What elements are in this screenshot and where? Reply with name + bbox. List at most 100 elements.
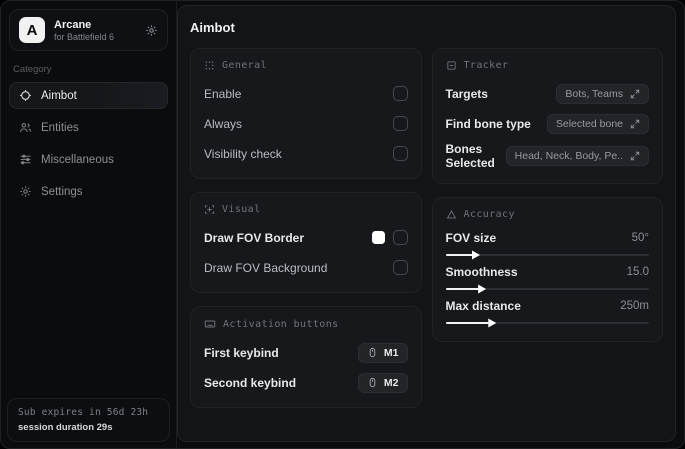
mouse-icon [367,377,378,388]
gear-icon[interactable] [145,24,158,37]
setting-label: Visibility check [204,146,282,161]
subscription-info: Sub expires in 56d 23h session duration … [7,398,170,442]
main-wrap: Aimbot General Enable Always Visibility … [177,1,684,448]
setting-controls [371,230,408,245]
setting-row: Draw FOV Border [204,226,408,249]
sidebar-item-settings[interactable]: Settings [9,178,168,205]
find-bone-type-dropdown[interactable]: Selected bone [546,113,649,134]
page-title: Aimbot [190,20,235,35]
slider-thumb[interactable] [471,250,480,260]
first-keybind-button[interactable]: M1 [357,342,408,363]
keyboard-icon [204,318,216,330]
second-keybind-button[interactable]: M2 [357,372,408,393]
dropdown-label: Targets [445,86,488,101]
accuracy-card-header: Accuracy [446,209,650,220]
sidebar: A Arcane for Battlefield 6 Category Aimb… [1,1,177,448]
draw-fov-background-checkbox[interactable] [392,260,408,275]
setting-row: Always [204,112,408,135]
frame-plus-icon [204,204,215,215]
keybind-label: Second keybind [204,375,297,390]
card-title: General [222,60,267,71]
smoothness-slider-group: Smoothness 15.0 [445,265,650,294]
activation-card: Activation buttons First keybind M1 Seco… [190,306,422,408]
fov-size-slider-group: FOV size 50° [445,231,650,260]
visual-card-header: Visual [204,204,408,215]
targets-dropdown[interactable]: Bots, Teams [556,83,649,104]
card-title: Accuracy [463,209,515,220]
slider-fill [445,318,497,328]
fov-size-slider[interactable] [445,250,649,260]
keybind-value: M1 [383,346,399,359]
setting-row: Visibility check [204,142,408,165]
setting-label: Enable [204,86,242,101]
always-checkbox[interactable] [392,116,408,131]
sidebar-item-label: Aimbot [41,89,77,102]
app-name: Arcane [54,18,92,31]
expand-icon [630,151,640,161]
sidebar-item-aimbot[interactable]: Aimbot [9,82,168,109]
enable-checkbox[interactable] [392,86,408,101]
slider-thumb[interactable] [478,284,487,294]
sidebar-item-label: Entities [41,121,79,134]
setting-label: Draw FOV Border [204,230,305,245]
general-card-header: General [204,60,408,71]
keybind-row: Second keybind M2 [204,371,408,394]
card-title: Tracker [463,60,509,71]
app-logo-card: A Arcane for Battlefield 6 [9,9,168,51]
slider-fill [445,250,480,260]
tracker-card: Tracker Targets Bots, Teams Find bone ty… [431,48,663,184]
expand-icon [630,89,640,99]
setting-row: Enable [204,82,408,105]
slider-value: 50° [631,232,649,244]
dropdown-label: Find bone type [445,116,531,131]
tracker-card-header: Tracker [446,60,650,71]
fov-border-color-swatch[interactable] [371,231,385,244]
activation-card-header: Activation buttons [204,318,408,330]
visual-card: Visual Draw FOV Border Draw FOV Backgrou… [190,192,422,293]
right-column: Tracker Targets Bots, Teams Find bone ty… [431,48,663,342]
sidebar-item-entities[interactable]: Entities [9,114,168,141]
card-title: Visual [222,204,261,215]
session-duration-text: session duration 29s [18,422,113,433]
slider-head: Smoothness 15.0 [446,265,650,279]
setting-row: Draw FOV Background [204,256,408,279]
minus-square-icon [446,60,457,71]
crosshair-icon [19,89,32,102]
accuracy-card: Accuracy FOV size 50° Smoothness 15.0 Ma… [431,197,663,342]
sidebar-nav: Aimbot Entities Miscellaneous Settings [9,82,168,205]
expand-icon [630,119,640,129]
category-label: Category [13,64,52,75]
slider-head: FOV size 50° [446,231,650,245]
triangle-icon [446,209,457,220]
slider-thumb[interactable] [488,318,497,328]
slider-head: Max distance 250m [446,299,650,313]
dropdown-value: Bots, Teams [565,87,623,100]
max-distance-slider[interactable] [445,318,649,328]
slider-fill [445,284,487,294]
keybind-row: First keybind M1 [204,341,408,364]
app-subtitle: for Battlefield 6 [54,31,115,42]
app-logo: A [19,17,45,43]
users-icon [19,121,32,134]
sliders-icon [19,153,32,166]
general-card: General Enable Always Visibility check [190,48,422,179]
smoothness-slider[interactable] [445,284,649,294]
visibility-check-checkbox[interactable] [392,146,408,161]
app-title-block: Arcane for Battlefield 6 [54,19,136,42]
grid-dots-icon [204,60,215,71]
app-window: A Arcane for Battlefield 6 Category Aimb… [0,0,685,449]
card-columns: General Enable Always Visibility check V… [190,48,663,408]
card-title: Activation buttons [223,318,339,330]
sidebar-item-miscellaneous[interactable]: Miscellaneous [9,146,168,173]
sub-expiry-text: Sub expires in 56d 23h [18,407,149,418]
dropdown-row: Targets Bots, Teams [445,82,649,105]
bones-selected-dropdown[interactable]: Head, Neck, Body, Pe.. [505,146,649,166]
draw-fov-border-checkbox[interactable] [392,230,408,245]
keybind-label: First keybind [204,345,279,360]
slider-label: FOV size [445,231,497,245]
slider-label: Smoothness [445,265,518,279]
keybind-value: M2 [383,376,399,389]
main-panel: Aimbot General Enable Always Visibility … [177,5,676,442]
gear-icon [19,185,32,198]
setting-label: Always [204,116,243,131]
